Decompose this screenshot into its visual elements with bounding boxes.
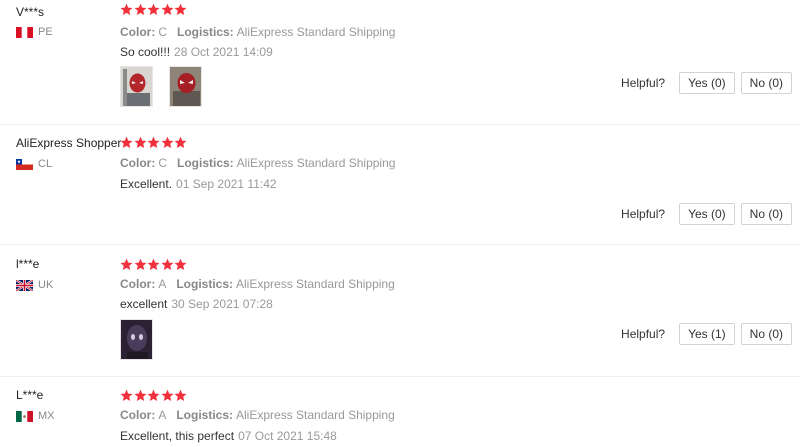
color-label: Color:	[120, 277, 156, 291]
helpful-label: Helpful?	[621, 327, 666, 341]
star-icon	[174, 389, 187, 402]
order-attributes: Color: A Logistics: AliExpress Standard Shi…	[120, 277, 395, 291]
star-icon	[134, 136, 146, 149]
helpful-no-button[interactable]: No (0)	[740, 72, 792, 94]
star-icon	[147, 258, 160, 271]
star-icon	[120, 258, 133, 271]
review-photo[interactable]	[169, 66, 202, 107]
helpful-yes-button[interactable]: Yes (1)	[679, 323, 735, 345]
helpful-no-button[interactable]: No (0)	[740, 203, 792, 225]
star-icon	[147, 3, 160, 16]
star-icon	[161, 136, 173, 149]
country-code: CL	[38, 158, 53, 170]
color-label: Color:	[120, 25, 156, 39]
country-code: UK	[38, 279, 54, 291]
star-rating	[120, 136, 188, 149]
review-photo[interactable]	[120, 319, 153, 360]
star-rating	[120, 389, 188, 402]
star-rating	[120, 3, 188, 16]
reviewer-name: l***e	[16, 257, 40, 271]
helpful-section: Helpful? Yes (0) No (0)	[621, 203, 792, 225]
logistics-value: AliExpress Standard Shipping	[236, 277, 395, 291]
reviewer-country: MX	[16, 410, 55, 422]
star-icon	[134, 389, 146, 402]
helpful-label: Helpful?	[621, 207, 666, 221]
peru-flag-icon	[16, 26, 33, 38]
review-text: Excellent.	[120, 177, 173, 191]
star-icon	[147, 389, 160, 402]
star-icon	[174, 136, 187, 149]
review-text: So cool!!!	[120, 45, 171, 59]
reviewer-country: PE	[16, 26, 53, 38]
review-feedback: excellent 30 Sep 2021 07:28	[120, 297, 273, 311]
logistics-value: AliExpress Standard Shipping	[236, 408, 395, 422]
star-icon	[147, 136, 160, 149]
review-feedback: Excellent. 01 Sep 2021 11:42	[120, 177, 277, 191]
reviewer-country: CL	[16, 158, 52, 170]
review-photos	[120, 319, 169, 360]
helpful-section: Helpful? Yes (0) No (0)	[621, 72, 792, 94]
helpful-yes-button[interactable]: Yes (0)	[679, 203, 735, 225]
helpful-yes-button[interactable]: Yes (0)	[679, 72, 735, 94]
review-feedback: So cool!!! 28 Oct 2021 14:09	[120, 45, 273, 59]
logistics-value: AliExpress Standard Shipping	[236, 25, 396, 39]
helpful-section: Helpful? Yes (1) No (0)	[621, 323, 792, 345]
review-photos	[120, 66, 218, 107]
logistics-value: AliExpress Standard Shipping	[236, 156, 396, 170]
color-value: C	[158, 25, 167, 39]
review-item: V***s PE Color: C Logistics: AliExpress Sta…	[0, 0, 800, 125]
country-code: PE	[38, 26, 53, 38]
star-icon	[120, 3, 133, 16]
star-icon	[120, 136, 133, 149]
review-item: L***e MX Color: A Logistics: AliExpress Sta…	[0, 377, 800, 447]
mexico-flag-icon	[16, 410, 33, 422]
review-date: 28 Oct 2021 14:09	[174, 45, 273, 59]
chile-flag-icon	[16, 158, 33, 170]
review-date: 30 Sep 2021 07:28	[171, 297, 273, 311]
color-label: Color:	[120, 156, 156, 170]
review-date: 07 Oct 2021 15:48	[238, 429, 337, 443]
color-value: A	[158, 408, 167, 422]
helpful-label: Helpful?	[621, 76, 666, 90]
logistics-label: Logistics:	[176, 408, 234, 422]
uk-flag-icon	[16, 279, 33, 291]
country-code: MX	[38, 410, 55, 422]
star-icon	[161, 258, 173, 271]
helpful-no-button[interactable]: No (0)	[740, 323, 792, 345]
logistics-label: Logistics:	[176, 277, 234, 291]
reviewer-country: UK	[16, 279, 53, 291]
order-attributes: Color: A Logistics: AliExpress Standard Shi…	[120, 408, 395, 422]
star-rating	[120, 258, 188, 271]
order-attributes: Color: C Logistics: AliExpress Standard Shi…	[120, 156, 395, 170]
review-text: Excellent, this perfect	[120, 429, 235, 443]
color-value: A	[158, 277, 167, 291]
star-icon	[161, 3, 173, 16]
reviewer-name: V***s	[16, 5, 45, 19]
star-icon	[174, 3, 187, 16]
order-attributes: Color: C Logistics: AliExpress Standard Shi…	[120, 25, 395, 39]
color-value: C	[158, 156, 167, 170]
reviewer-name: L***e	[16, 388, 44, 402]
star-icon	[120, 389, 133, 402]
color-label: Color:	[120, 408, 156, 422]
review-date: 01 Sep 2021 11:42	[176, 177, 277, 191]
review-item: l***e UK Color: A Logistics: AliExpress Sta…	[0, 245, 800, 377]
reviewer-name: AliExpress Shopper	[16, 136, 122, 150]
star-icon	[161, 389, 173, 402]
star-icon	[134, 3, 146, 16]
review-photo[interactable]	[120, 66, 153, 107]
star-icon	[134, 258, 146, 271]
star-icon	[174, 258, 187, 271]
review-feedback: Excellent, this perfect 07 Oct 2021 15:48	[120, 429, 337, 443]
logistics-label: Logistics:	[177, 156, 234, 170]
logistics-label: Logistics:	[177, 25, 234, 39]
review-item: AliExpress Shopper CL Color: C Logistics: A…	[0, 125, 800, 245]
review-text: excellent	[120, 297, 168, 311]
